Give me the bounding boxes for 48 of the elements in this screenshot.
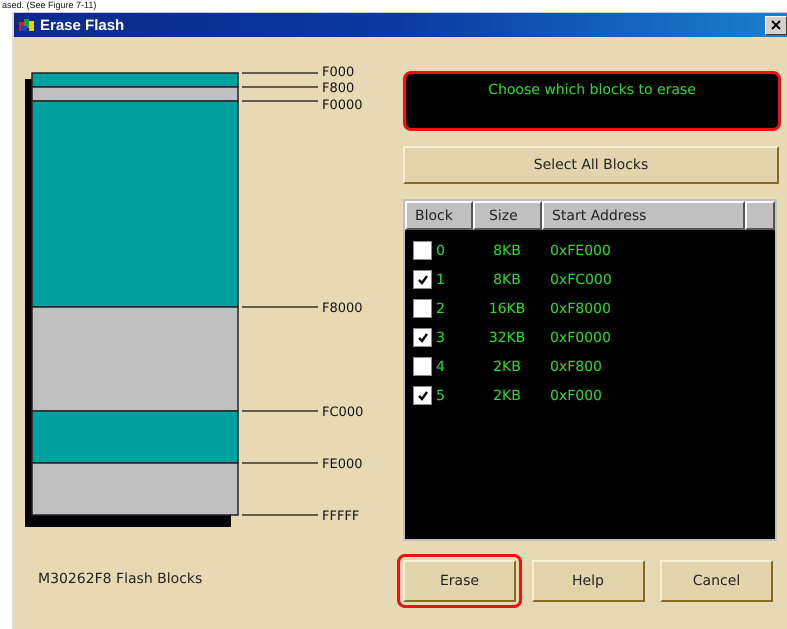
close-button[interactable] — [765, 16, 787, 34]
block-number: 4 — [435, 358, 446, 374]
address-label: F0000 — [322, 98, 363, 113]
app-icon — [18, 17, 36, 33]
block-number: 1 — [435, 272, 446, 288]
block-number: 0 — [435, 242, 446, 258]
dialog-button[interactable]: Help — [532, 560, 644, 602]
block-size: 8KB — [492, 242, 522, 258]
address-label: F000 — [322, 65, 354, 80]
start-address: 0xF8000 — [549, 300, 611, 316]
block-size: 8KB — [492, 272, 522, 288]
diagram-caption: M30262F8 Flash Blocks — [37, 571, 204, 587]
message-text: Choose which blocks to erase — [488, 82, 696, 100]
caption-text: ased. (See Figure 7-11) — [1, 0, 98, 10]
address-label: FFFFF — [322, 509, 360, 524]
block-size: 2KB — [492, 358, 522, 374]
block-number: 5 — [435, 388, 446, 404]
start-address: 0xF000 — [549, 388, 602, 404]
block-number: 2 — [435, 300, 446, 316]
address-label: F800 — [322, 81, 354, 96]
address-label: F8000 — [322, 301, 363, 316]
check-icon — [416, 274, 428, 286]
block-number: 3 — [435, 330, 446, 346]
start-address: 0xF800 — [549, 358, 602, 374]
select-all-button[interactable]: Select All Blocks — [403, 146, 779, 184]
start-address: 0xFC000 — [549, 272, 612, 288]
close-icon — [771, 20, 781, 30]
checkbox[interactable] — [413, 386, 432, 405]
checkbox[interactable] — [413, 328, 432, 347]
window-title: Erase Flash — [40, 16, 124, 34]
column-header[interactable]: Size — [473, 201, 542, 230]
checkbox[interactable] — [413, 270, 432, 289]
block-size: 2KB — [492, 388, 522, 404]
start-address: 0xFE000 — [549, 242, 611, 258]
dialog-button[interactable]: Cancel — [660, 560, 773, 602]
checkbox[interactable] — [413, 241, 432, 260]
address-label: FC000 — [322, 405, 364, 420]
address-label: FE000 — [322, 457, 363, 472]
column-header[interactable]: Start Address — [542, 201, 745, 230]
start-address: 0xF0000 — [549, 330, 611, 346]
check-icon — [416, 332, 428, 344]
check-icon — [416, 390, 428, 402]
block-size: 16KB — [488, 300, 526, 316]
column-header[interactable]: Block — [405, 201, 473, 230]
block-size: 32KB — [488, 330, 526, 346]
checkbox[interactable] — [413, 299, 432, 318]
checkbox[interactable] — [413, 357, 432, 376]
dialog-button[interactable]: Erase — [403, 560, 516, 602]
